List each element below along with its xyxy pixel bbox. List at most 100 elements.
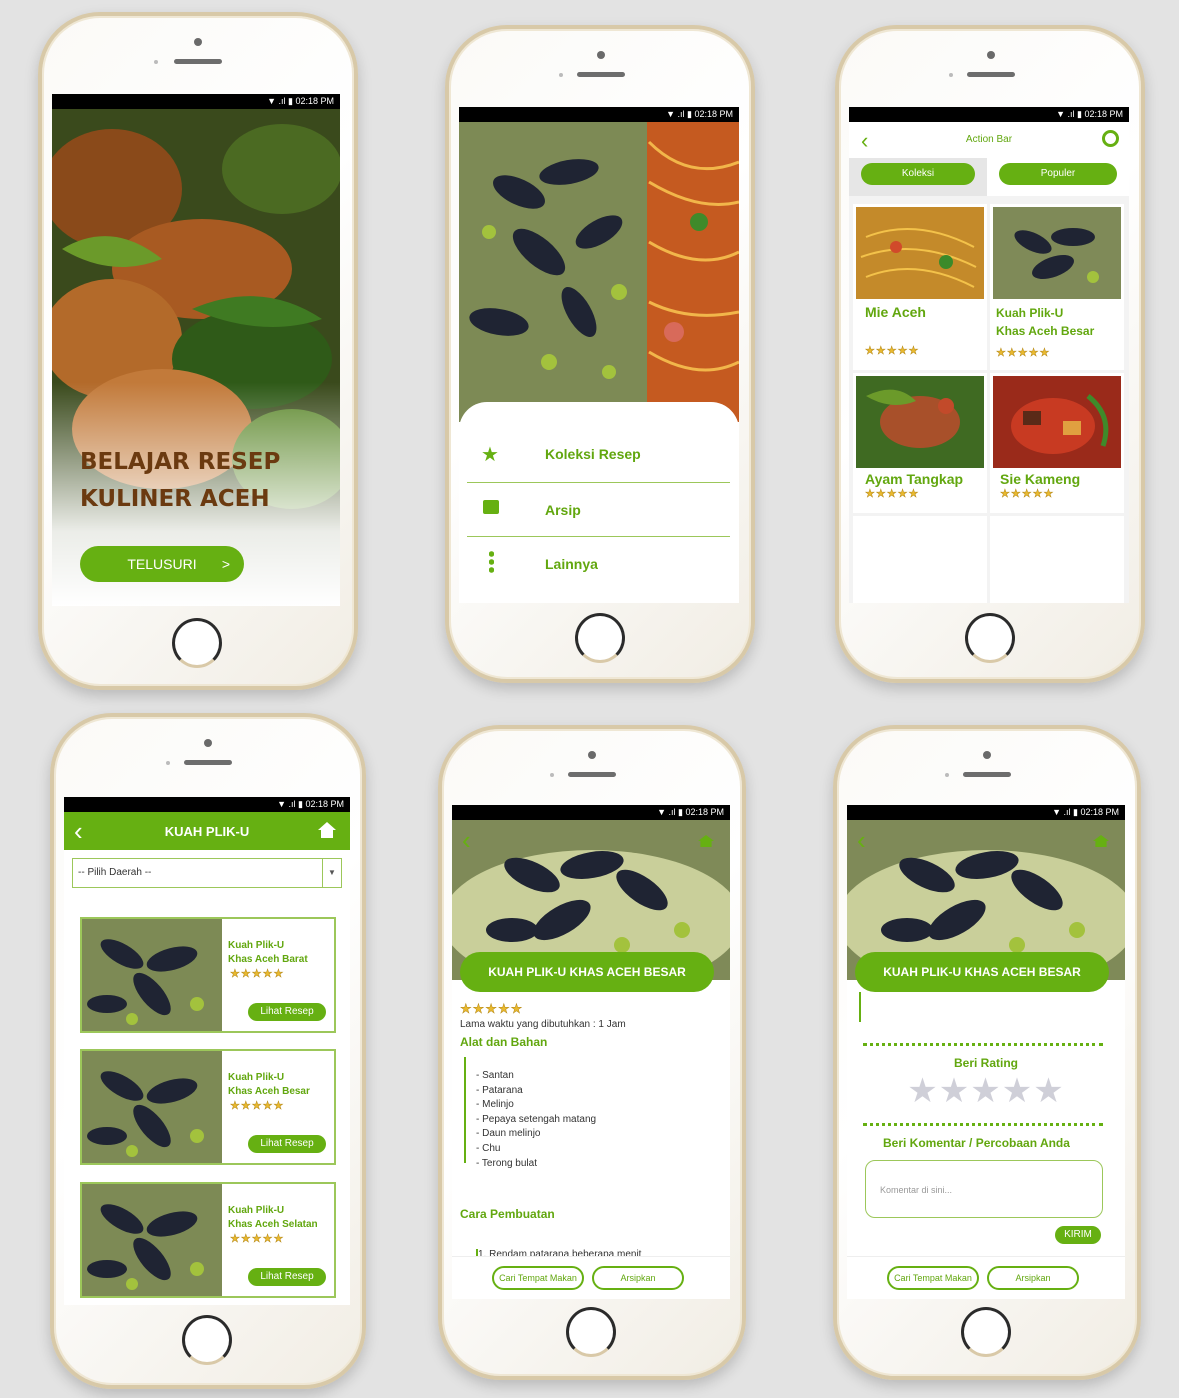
- rating-stars: ★★★★★: [1000, 488, 1055, 501]
- list-item: Kuah Plik-U Khas Aceh Barat ★★★★★ Lihat …: [80, 917, 336, 1033]
- dotted-divider: [863, 1123, 1103, 1126]
- speaker: [967, 72, 1015, 77]
- phone-3: ▼ .ıl ▮ 02:18 PM ‹ Action Bar Koleksi Po…: [835, 25, 1145, 683]
- search-icon[interactable]: [1102, 130, 1119, 147]
- fried-chicken-image: [52, 109, 340, 606]
- tab-koleksi[interactable]: Koleksi: [849, 158, 987, 196]
- recipe-name-line-2: Khas Aceh Besar: [996, 324, 1095, 338]
- ingredient: - Terong bulat: [476, 1157, 537, 1169]
- rating-stars: ★★★★★: [230, 1233, 285, 1246]
- screen-collection: ▼ .ıl ▮ 02:18 PM ‹ Action Bar Koleksi Po…: [849, 107, 1129, 603]
- recipe-card[interactable]: Ayam Tangkap ★★★★★: [853, 373, 987, 513]
- menu-item-koleksi[interactable]: ★ Koleksi Resep: [467, 430, 730, 483]
- screen-rating: ▼ .ıl ▮ 02:18 PM ‹ KUAH PLIK-U KHAS ACEH…: [847, 805, 1125, 1299]
- ingredient: - Pepaya setengah matang: [476, 1113, 597, 1125]
- recipe-card[interactable]: Sie Kameng ★★★★★: [990, 373, 1124, 513]
- title-bar: ‹ KUAH PLIK-U: [64, 812, 350, 850]
- dish-name-line-2: Khas Aceh Selatan: [228, 1219, 318, 1230]
- menu-sheet: ★ Koleksi Resep Arsip Lainnya: [459, 402, 739, 603]
- status-bar: ▼ .ıl ▮ 02:18 PM: [847, 805, 1125, 820]
- dish-name: Kuah Plik-U Khas Aceh Besar: [228, 1071, 310, 1099]
- recipe-name: Mie Aceh: [865, 304, 926, 320]
- menu-item-arsip[interactable]: Arsip: [467, 484, 730, 537]
- back-icon[interactable]: ‹: [462, 825, 471, 856]
- recipe-card[interactable]: Kuah Plik-U Khas Aceh Besar ★★★★★: [990, 204, 1124, 370]
- status-bar: ▼ .ıl ▮ 02:18 PM: [849, 107, 1129, 122]
- view-recipe-button[interactable]: Lihat Resep: [248, 1268, 326, 1286]
- home-button[interactable]: [182, 1315, 232, 1365]
- archive-button[interactable]: Arsipkan: [592, 1266, 684, 1290]
- view-recipe-button[interactable]: Lihat Resep: [248, 1003, 326, 1021]
- dish-name-line-1: Kuah Plik-U: [228, 940, 285, 951]
- chevron-right-icon: >: [221, 556, 230, 572]
- rating-stars: ★★★★★: [865, 488, 920, 501]
- front-camera: [588, 751, 596, 759]
- phone-4: ▼ .ıl ▮ 02:18 PM ‹ KUAH PLIK-U -- Pilih …: [50, 713, 366, 1389]
- explore-button[interactable]: TELUSURI >: [80, 546, 244, 582]
- bottom-bar: Cari Tempat Makan Arsipkan: [847, 1256, 1125, 1299]
- archive-icon: [483, 500, 499, 514]
- ingredient: - Chu: [476, 1142, 501, 1154]
- rating-input-stars[interactable]: ★★★★★: [847, 1071, 1125, 1111]
- ingredient: - Santan: [476, 1070, 514, 1081]
- screen-splash: ▼ .ıl ▮ 02:18 PM BELAJAR RESEP KULINER A…: [52, 94, 340, 606]
- rating-stars: ★★★★★: [996, 347, 1051, 360]
- phone-1: ▼ .ıl ▮ 02:18 PM BELAJAR RESEP KULINER A…: [38, 12, 358, 690]
- screen-detail: ▼ .ıl ▮ 02:18 PM ‹ KUAH PLIK-U KHAS ACEH…: [452, 805, 730, 1299]
- status-bar: ▼ .ıl ▮ 02:18 PM: [459, 107, 739, 122]
- sensor: [559, 73, 563, 77]
- home-button[interactable]: [172, 618, 222, 668]
- ingredient-list: - Santan - Patarana - Melinjo - Pepaya s…: [464, 1057, 676, 1169]
- sensor: [949, 73, 953, 77]
- find-restaurant-button[interactable]: Cari Tempat Makan: [887, 1266, 979, 1290]
- explore-label: TELUSURI: [127, 556, 197, 572]
- recipe-name-line-1: Kuah Plik-U: [996, 306, 1064, 320]
- ingredient: - Daun melinjo: [476, 1128, 541, 1140]
- menu-label: Koleksi Resep: [545, 446, 641, 462]
- screen-list: ▼ .ıl ▮ 02:18 PM ‹ KUAH PLIK-U -- Pilih …: [64, 797, 350, 1305]
- menu-item-lainnya[interactable]: Lainnya: [467, 538, 730, 588]
- status-bar: ▼ .ıl ▮ 02:18 PM: [64, 797, 350, 812]
- dish-title-banner: KUAH PLIK-U KHAS ACEH BESAR: [460, 952, 714, 992]
- speaker: [577, 72, 625, 77]
- view-recipe-button[interactable]: Lihat Resep: [248, 1135, 326, 1153]
- status-bar: ▼ .ıl ▮ 02:18 PM: [52, 94, 340, 109]
- home-button[interactable]: [575, 613, 625, 663]
- home-button[interactable]: [965, 613, 1015, 663]
- recipe-card[interactable]: Mie Aceh ★★★★★: [853, 204, 987, 370]
- home-icon[interactable]: [318, 822, 336, 830]
- tab-populer-label: Populer: [999, 163, 1117, 185]
- action-bar-title: Action Bar: [965, 134, 1013, 145]
- home-button[interactable]: [961, 1307, 1011, 1357]
- speaker: [174, 59, 222, 64]
- sensor: [154, 60, 158, 64]
- region-dropdown[interactable]: -- Pilih Daerah -- ▼: [72, 858, 342, 888]
- rating-stars: ★★★★★: [230, 1100, 285, 1113]
- home-icon-body: [321, 830, 333, 838]
- ingredient: - Melinjo: [476, 1099, 514, 1111]
- tab-populer[interactable]: Populer: [987, 158, 1129, 196]
- front-camera: [597, 51, 605, 59]
- dish-image: [82, 919, 222, 1031]
- archive-button[interactable]: Arsipkan: [987, 1266, 1079, 1290]
- comment-field[interactable]: Komentar di sini...: [865, 1160, 1103, 1218]
- sensor: [550, 773, 554, 777]
- rating-stars: ★★★★★: [230, 968, 285, 981]
- hero-food-image: [52, 109, 340, 606]
- action-bar: ‹ Action Bar: [849, 122, 1129, 158]
- send-button[interactable]: KIRIM: [1055, 1226, 1101, 1244]
- find-restaurant-button[interactable]: Cari Tempat Makan: [492, 1266, 584, 1290]
- speaker: [963, 772, 1011, 777]
- dish-name-line-1: Kuah Plik-U: [228, 1072, 285, 1083]
- empty-card: [853, 516, 987, 603]
- ingredient: - Patarana: [476, 1084, 523, 1096]
- tab-koleksi-label: Koleksi: [861, 163, 975, 185]
- back-icon[interactable]: ‹: [857, 825, 866, 856]
- empty-card: [990, 516, 1124, 603]
- recipe-name: Kuah Plik-U Khas Aceh Besar: [996, 304, 1094, 340]
- method-heading: Cara Pembuatan: [460, 1207, 555, 1221]
- front-camera: [987, 51, 995, 59]
- home-button[interactable]: [566, 1307, 616, 1357]
- sensor: [945, 773, 949, 777]
- splash-title: BELAJAR RESEP KULINER ACEH: [80, 444, 280, 518]
